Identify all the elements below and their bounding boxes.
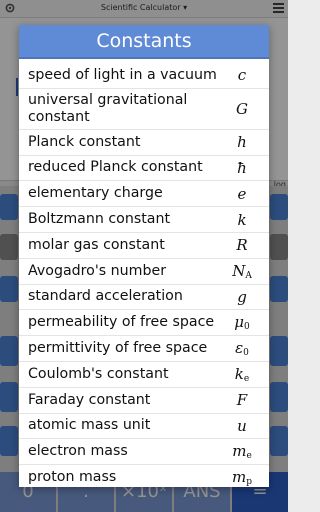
constant-item[interactable]: Coulomb's constant ke: [19, 362, 269, 388]
dialog-title: Constants: [19, 25, 269, 59]
constant-symbol: ε0: [225, 339, 259, 358]
symbol-base: h: [237, 133, 247, 152]
symbol-base: k: [237, 210, 247, 229]
constant-symbol: ke: [225, 365, 259, 384]
constant-symbol: mp: [225, 468, 259, 487]
constant-name: speed of light in a vacuum: [28, 66, 217, 83]
constant-symbol: μ0: [225, 313, 259, 332]
constant-symbol: g: [225, 288, 259, 306]
constant-item[interactable]: elementary charge e: [19, 181, 269, 208]
constant-symbol: NA: [225, 262, 259, 281]
constant-item[interactable]: speed of light in a vacuum c: [19, 63, 269, 89]
constant-symbol: u: [225, 417, 259, 435]
constant-item[interactable]: Faraday constant F: [19, 388, 269, 414]
constant-symbol: G: [225, 100, 259, 118]
symbol-base: k: [234, 364, 244, 383]
constant-item[interactable]: electron mass me: [19, 439, 269, 466]
constant-name: standard acceleration: [28, 288, 183, 305]
symbol-base: N: [232, 261, 246, 280]
constant-name: permittivity of free space: [28, 340, 208, 357]
symbol-subscript: p: [246, 477, 252, 487]
constant-item[interactable]: reduced Planck constant ħ: [19, 156, 269, 182]
constant-symbol: e: [225, 185, 259, 203]
constants-dialog: Constants speed of light in a vacuum c uni…: [19, 25, 269, 487]
constant-item[interactable]: permittivity of free space ε0: [19, 336, 269, 362]
constant-name: molar gas constant: [28, 236, 165, 253]
constants-list: speed of light in a vacuum c universal gra…: [19, 59, 269, 487]
constant-symbol: me: [225, 442, 259, 461]
constant-item[interactable]: universal gravitational constant G: [19, 89, 269, 130]
symbol-subscript: 0: [244, 322, 250, 333]
symbol-base: ħ: [237, 158, 247, 177]
symbol-subscript: e: [246, 451, 252, 462]
constant-symbol: ħ: [225, 159, 259, 177]
symbol-base: R: [236, 236, 248, 255]
symbol-subscript: 0: [243, 348, 249, 359]
constant-item[interactable]: proton mass mp: [19, 465, 269, 487]
symbol-base: e: [237, 184, 247, 203]
symbol-base: G: [236, 99, 248, 118]
constant-name: Planck constant: [28, 133, 141, 150]
constant-name: universal gravitational constant: [28, 91, 188, 125]
constant-name: Avogadro's number: [28, 262, 167, 279]
symbol-base: μ: [234, 313, 244, 332]
constant-name: proton mass: [28, 469, 117, 486]
symbol-base: F: [236, 391, 248, 410]
constant-item[interactable]: Avogadro's number NA: [19, 259, 269, 285]
constant-name: Coulomb's constant: [28, 365, 169, 382]
symbol-base: u: [237, 416, 247, 435]
symbol-base: m: [232, 468, 247, 487]
constant-item[interactable]: atomic mass unit u: [19, 414, 269, 440]
constant-item[interactable]: standard acceleration g: [19, 285, 269, 311]
constant-name: permeability of free space: [28, 314, 215, 331]
constant-symbol: c: [225, 66, 259, 84]
symbol-base: ε: [235, 339, 244, 358]
constant-name: electron mass: [28, 443, 128, 460]
constant-item[interactable]: Planck constant h: [19, 130, 269, 156]
symbol-base: c: [237, 66, 247, 85]
constant-item[interactable]: Boltzmann constant k: [19, 207, 269, 233]
constant-item[interactable]: molar gas constant R: [19, 233, 269, 259]
constant-name: elementary charge: [28, 185, 163, 202]
constant-symbol: h: [225, 133, 259, 151]
symbol-base: g: [237, 287, 247, 306]
constant-name: Faraday constant: [28, 391, 151, 408]
constant-name: atomic mass unit: [28, 417, 151, 434]
symbol-base: m: [232, 442, 247, 461]
constant-item[interactable]: permeability of free space μ0: [19, 310, 269, 337]
constant-symbol: F: [225, 391, 259, 409]
constant-name: Boltzmann constant: [28, 211, 171, 228]
constant-symbol: R: [225, 236, 259, 254]
symbol-subscript: e: [243, 373, 250, 384]
symbol-subscript: A: [245, 270, 252, 281]
constant-symbol: k: [225, 211, 259, 229]
constant-name: reduced Planck constant: [28, 159, 203, 176]
